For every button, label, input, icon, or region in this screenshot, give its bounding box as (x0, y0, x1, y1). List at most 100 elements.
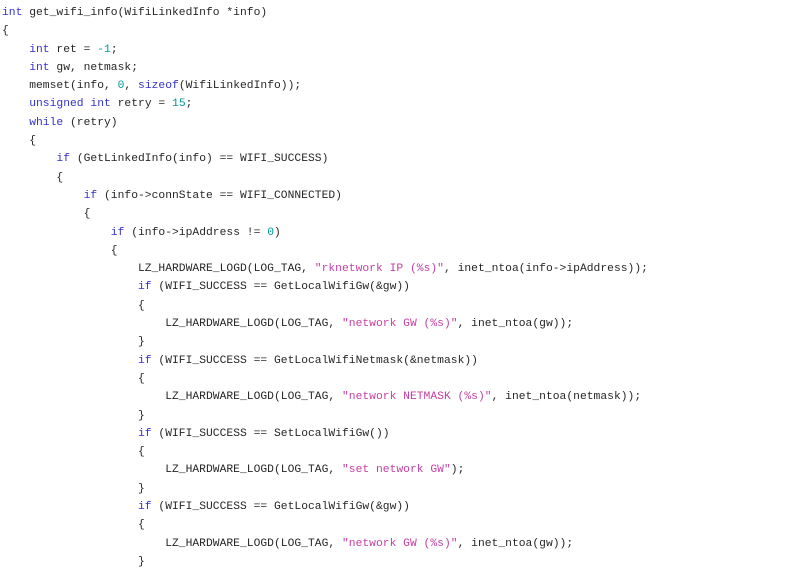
code-token-pun: } (138, 336, 145, 349)
code-token-pun: { (29, 135, 37, 148)
code-token-kw: if (138, 354, 152, 367)
code-token-pln: LZ_HARDWARE_LOGD(LOG_TAG, (165, 318, 342, 331)
code-line: memset(info, 0, sizeof(WifiLinkedInfo)); (2, 77, 792, 95)
code-line: LZ_HARDWARE_LOGD(LOG_TAG, "network GW (%… (2, 535, 792, 553)
code-token-pln: , inet_ntoa(info->ipAddress)); (443, 263, 648, 276)
code-line: int get_wifi_info(WifiLinkedInfo *info) (2, 4, 792, 22)
code-token-pln: , inet_ntoa(netmask)); (491, 391, 642, 404)
code-token-pln: LZ_HARDWARE_LOGD(LOG_TAG, (165, 537, 342, 550)
code-token-str: "set network GW" (341, 464, 451, 477)
code-line: if (info->ipAddress != 0) (2, 224, 792, 242)
code-token-pun: } (138, 482, 145, 495)
code-token-pln: LZ_HARDWARE_LOGD(LOG_TAG, (138, 263, 315, 276)
code-line: { (2, 297, 792, 315)
code-token-pun: { (138, 519, 145, 532)
code-token-pun: ; (185, 98, 193, 111)
code-token-pun: } (138, 409, 145, 422)
code-token-kw: int (2, 7, 23, 19)
code-token-pln: (GetLinkedInfo(info) == WIFI_SUCCESS) (70, 153, 329, 166)
code-token-pun: { (138, 372, 145, 385)
code-token-pun: { (83, 208, 91, 221)
code-line: int ret = -1; (2, 41, 792, 59)
code-token-str: "network NETMASK (%s)" (341, 391, 492, 404)
code-line: } (2, 407, 792, 425)
code-token-pln: , inet_ntoa(gw)); (457, 318, 574, 331)
code-line: LZ_HARDWARE_LOGD(LOG_TAG, "network GW (%… (2, 315, 792, 333)
code-token-pln: ret = (49, 43, 98, 56)
code-token-pun: { (2, 25, 9, 38)
code-line: unsigned int retry = 15; (2, 95, 792, 113)
code-line: while (retry) (2, 114, 792, 132)
code-line: if (GetLinkedInfo(info) == WIFI_SUCCESS) (2, 150, 792, 168)
code-token-kw: if (110, 226, 125, 239)
code-line: LZ_HARDWARE_LOGD(LOG_TAG, "network NETMA… (2, 388, 792, 406)
code-token-num: 0 (267, 226, 275, 239)
code-token-pln: LZ_HARDWARE_LOGD(LOG_TAG, (165, 464, 342, 477)
code-token-kw: while (29, 116, 64, 129)
code-token-kw: if (83, 189, 98, 202)
code-line: if (WIFI_SUCCESS == SetLocalWifiGw()) (2, 425, 792, 443)
code-token-pun: { (138, 299, 145, 312)
code-token-pun: ) (274, 226, 281, 239)
code-line: int gw, netmask; (2, 59, 792, 77)
code-token-kw: int (90, 98, 111, 111)
code-token-kw: int (29, 61, 50, 74)
code-line: if (WIFI_SUCCESS == GetLocalWifiGw(&gw)) (2, 278, 792, 296)
code-token-kw: if (56, 153, 71, 166)
code-line: { (2, 242, 792, 260)
code-token-pln: (WIFI_SUCCESS == GetLocalWifiGw(&gw)) (151, 501, 410, 514)
code-token-pln: LZ_HARDWARE_LOGD(LOG_TAG, (165, 391, 342, 404)
code-line: if (info->connState == WIFI_CONNECTED) (2, 187, 792, 205)
code-token-pln: (info->ipAddress != (124, 226, 268, 239)
code-line: { (2, 22, 792, 40)
code-line: if (WIFI_SUCCESS == GetLocalWifiGw(&gw)) (2, 498, 792, 516)
code-token-pln: , inet_ntoa(gw)); (457, 537, 574, 550)
code-line-list: int get_wifi_info(WifiLinkedInfo *info) {… (2, 4, 792, 571)
code-token-kw: if (138, 427, 152, 440)
code-token-pun: ; (110, 43, 118, 56)
code-line: { (2, 169, 792, 187)
code-snippet-viewer: int get_wifi_info(WifiLinkedInfo *info) {… (0, 0, 794, 568)
code-line: } (2, 480, 792, 498)
code-line: { (2, 205, 792, 223)
code-line: { (2, 370, 792, 388)
code-token-pun: { (110, 244, 118, 257)
code-line: { (2, 516, 792, 534)
code-token-pln: (WIFI_SUCCESS == SetLocalWifiGw()) (151, 427, 390, 440)
code-token-str: "rknetwork IP (%s)" (314, 263, 444, 276)
code-token-str: "network GW (%s)" (341, 537, 458, 550)
code-line: if (WIFI_SUCCESS == GetLocalWifiNetmask(… (2, 352, 792, 370)
code-token-pln: (WIFI_SUCCESS == GetLocalWifiNetmask(&ne… (151, 354, 478, 367)
code-token-pln: (retry) (63, 116, 118, 129)
code-line: { (2, 132, 792, 150)
code-token-pln: gw, netmask; (49, 61, 138, 74)
code-token-pln: (info->connState == WIFI_CONNECTED) (97, 189, 342, 202)
code-line: LZ_HARDWARE_LOGD(LOG_TAG, "rknetwork IP … (2, 260, 792, 278)
code-line: { (2, 443, 792, 461)
code-token-pln: ); (450, 464, 465, 477)
